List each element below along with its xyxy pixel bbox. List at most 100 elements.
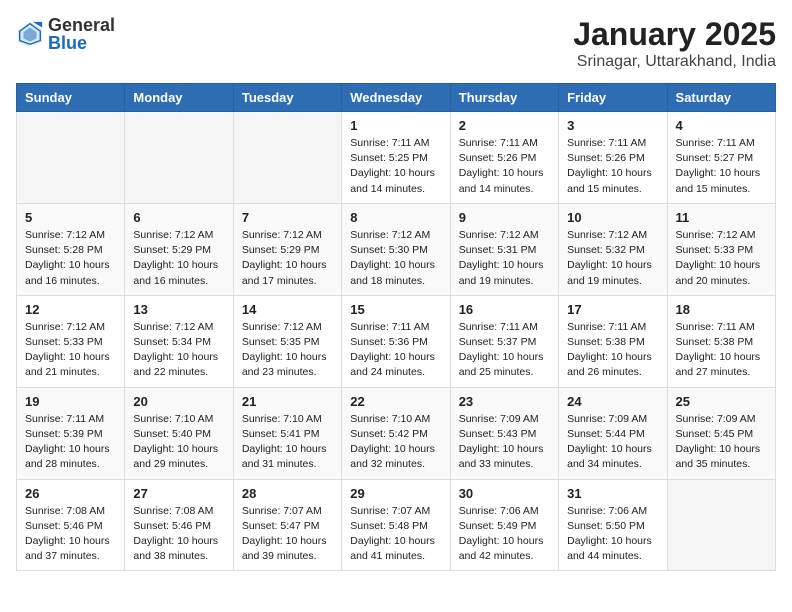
day-number: 19: [25, 394, 116, 409]
calendar-cell: 15Sunrise: 7:11 AM Sunset: 5:36 PM Dayli…: [342, 295, 450, 387]
weekday-header-friday: Friday: [559, 84, 667, 112]
day-info: Sunrise: 7:12 AM Sunset: 5:31 PM Dayligh…: [459, 228, 550, 289]
day-info: Sunrise: 7:11 AM Sunset: 5:39 PM Dayligh…: [25, 412, 116, 473]
logo-icon: [16, 20, 44, 48]
day-info: Sunrise: 7:09 AM Sunset: 5:43 PM Dayligh…: [459, 412, 550, 473]
week-row-2: 5Sunrise: 7:12 AM Sunset: 5:28 PM Daylig…: [17, 203, 776, 295]
day-info: Sunrise: 7:12 AM Sunset: 5:29 PM Dayligh…: [242, 228, 333, 289]
day-number: 22: [350, 394, 441, 409]
day-number: 16: [459, 302, 550, 317]
calendar-cell: 31Sunrise: 7:06 AM Sunset: 5:50 PM Dayli…: [559, 479, 667, 571]
day-info: Sunrise: 7:12 AM Sunset: 5:30 PM Dayligh…: [350, 228, 441, 289]
week-row-1: 1 Sunrise: 7:11 AM Sunset: 5:25 PM Daylig…: [17, 112, 776, 204]
day-number: 25: [676, 394, 767, 409]
calendar-cell: 2 Sunrise: 7:11 AM Sunset: 5:26 PM Daylig…: [450, 112, 558, 204]
calendar-cell: 17Sunrise: 7:11 AM Sunset: 5:38 PM Dayli…: [559, 295, 667, 387]
calendar-cell: [233, 112, 341, 204]
weekday-header-sunday: Sunday: [17, 84, 125, 112]
day-info: Sunrise: 7:11 AM Sunset: 5:27 PM Dayligh…: [676, 136, 767, 197]
calendar-cell: 10 Sunrise: 7:12 AM Sunset: 5:32 PM Dayli…: [559, 203, 667, 295]
logo-general: General: [48, 16, 115, 34]
calendar-cell: 3 Sunrise: 7:11 AM Sunset: 5:26 PM Daylig…: [559, 112, 667, 204]
day-info: Sunrise: 7:11 AM Sunset: 5:25 PM Dayligh…: [350, 136, 441, 197]
day-number: 13: [133, 302, 224, 317]
day-info: Sunrise: 7:11 AM Sunset: 5:26 PM Dayligh…: [567, 136, 658, 197]
day-number: 5: [25, 210, 116, 225]
day-number: 7: [242, 210, 333, 225]
day-number: 18: [676, 302, 767, 317]
day-number: 27: [133, 486, 224, 501]
day-info: Sunrise: 7:11 AM Sunset: 5:26 PM Dayligh…: [459, 136, 550, 197]
day-info: Sunrise: 7:12 AM Sunset: 5:32 PM Dayligh…: [567, 228, 658, 289]
weekday-header-wednesday: Wednesday: [342, 84, 450, 112]
day-info: Sunrise: 7:07 AM Sunset: 5:47 PM Dayligh…: [242, 504, 333, 565]
location: Srinagar, Uttarakhand, India: [573, 53, 776, 71]
day-number: 10: [567, 210, 658, 225]
calendar-cell: 16Sunrise: 7:11 AM Sunset: 5:37 PM Dayli…: [450, 295, 558, 387]
day-number: 6: [133, 210, 224, 225]
calendar-cell: 18 Sunrise: 7:11 AM Sunset: 5:38 PM Dayli…: [667, 295, 775, 387]
day-number: 11: [676, 210, 767, 225]
day-number: 4: [676, 118, 767, 133]
day-number: 3: [567, 118, 658, 133]
day-number: 28: [242, 486, 333, 501]
day-info: Sunrise: 7:10 AM Sunset: 5:40 PM Dayligh…: [133, 412, 224, 473]
day-info: Sunrise: 7:08 AM Sunset: 5:46 PM Dayligh…: [133, 504, 224, 565]
calendar-cell: 28 Sunrise: 7:07 AM Sunset: 5:47 PM Dayli…: [233, 479, 341, 571]
calendar-cell: 23 Sunrise: 7:09 AM Sunset: 5:43 PM Dayli…: [450, 387, 558, 479]
calendar-cell: [125, 112, 233, 204]
page-header: General Blue January 2025 Srinagar, Utta…: [16, 16, 776, 71]
calendar-cell: 6 Sunrise: 7:12 AM Sunset: 5:29 PM Daylig…: [125, 203, 233, 295]
day-number: 12: [25, 302, 116, 317]
calendar-cell: 12 Sunrise: 7:12 AM Sunset: 5:33 PM Dayli…: [17, 295, 125, 387]
day-number: 24: [567, 394, 658, 409]
day-number: 23: [459, 394, 550, 409]
week-row-3: 12 Sunrise: 7:12 AM Sunset: 5:33 PM Dayli…: [17, 295, 776, 387]
day-number: 8: [350, 210, 441, 225]
calendar-cell: 29 Sunrise: 7:07 AM Sunset: 5:48 PM Dayli…: [342, 479, 450, 571]
day-info: Sunrise: 7:10 AM Sunset: 5:42 PM Dayligh…: [350, 412, 441, 473]
day-info: Sunrise: 7:12 AM Sunset: 5:29 PM Dayligh…: [133, 228, 224, 289]
week-row-4: 19 Sunrise: 7:11 AM Sunset: 5:39 PM Dayli…: [17, 387, 776, 479]
title-block: January 2025 Srinagar, Uttarakhand, Indi…: [573, 16, 776, 71]
month-title: January 2025: [573, 16, 776, 53]
calendar-cell: 7 Sunrise: 7:12 AM Sunset: 5:29 PM Daylig…: [233, 203, 341, 295]
calendar-cell: 20Sunrise: 7:10 AM Sunset: 5:40 PM Dayli…: [125, 387, 233, 479]
calendar-cell: 13Sunrise: 7:12 AM Sunset: 5:34 PM Dayli…: [125, 295, 233, 387]
day-info: Sunrise: 7:08 AM Sunset: 5:46 PM Dayligh…: [25, 504, 116, 565]
day-info: Sunrise: 7:11 AM Sunset: 5:38 PM Dayligh…: [676, 320, 767, 381]
calendar-cell: 30 Sunrise: 7:06 AM Sunset: 5:49 PM Dayli…: [450, 479, 558, 571]
day-info: Sunrise: 7:07 AM Sunset: 5:48 PM Dayligh…: [350, 504, 441, 565]
calendar-cell: 4 Sunrise: 7:11 AM Sunset: 5:27 PM Daylig…: [667, 112, 775, 204]
calendar-cell: [667, 479, 775, 571]
calendar-cell: 25Sunrise: 7:09 AM Sunset: 5:45 PM Dayli…: [667, 387, 775, 479]
calendar-cell: 26 Sunrise: 7:08 AM Sunset: 5:46 PM Dayli…: [17, 479, 125, 571]
day-info: Sunrise: 7:10 AM Sunset: 5:41 PM Dayligh…: [242, 412, 333, 473]
week-row-5: 26 Sunrise: 7:08 AM Sunset: 5:46 PM Dayli…: [17, 479, 776, 571]
calendar-cell: 8 Sunrise: 7:12 AM Sunset: 5:30 PM Daylig…: [342, 203, 450, 295]
day-number: 21: [242, 394, 333, 409]
calendar-cell: 9Sunrise: 7:12 AM Sunset: 5:31 PM Daylig…: [450, 203, 558, 295]
day-info: Sunrise: 7:12 AM Sunset: 5:33 PM Dayligh…: [676, 228, 767, 289]
weekday-header-saturday: Saturday: [667, 84, 775, 112]
day-number: 30: [459, 486, 550, 501]
calendar-cell: [17, 112, 125, 204]
day-number: 29: [350, 486, 441, 501]
calendar-table: SundayMondayTuesdayWednesdayThursdayFrid…: [16, 83, 776, 571]
day-number: 1: [350, 118, 441, 133]
day-number: 14: [242, 302, 333, 317]
day-number: 2: [459, 118, 550, 133]
day-info: Sunrise: 7:09 AM Sunset: 5:44 PM Dayligh…: [567, 412, 658, 473]
calendar-cell: 21 Sunrise: 7:10 AM Sunset: 5:41 PM Dayli…: [233, 387, 341, 479]
calendar-cell: 24 Sunrise: 7:09 AM Sunset: 5:44 PM Dayli…: [559, 387, 667, 479]
day-number: 26: [25, 486, 116, 501]
calendar-cell: 14Sunrise: 7:12 AM Sunset: 5:35 PM Dayli…: [233, 295, 341, 387]
day-info: Sunrise: 7:06 AM Sunset: 5:49 PM Dayligh…: [459, 504, 550, 565]
weekday-header-tuesday: Tuesday: [233, 84, 341, 112]
day-info: Sunrise: 7:11 AM Sunset: 5:36 PM Dayligh…: [350, 320, 441, 381]
weekday-header-thursday: Thursday: [450, 84, 558, 112]
day-info: Sunrise: 7:12 AM Sunset: 5:33 PM Dayligh…: [25, 320, 116, 381]
logo: General Blue: [16, 16, 115, 52]
calendar-cell: 1 Sunrise: 7:11 AM Sunset: 5:25 PM Daylig…: [342, 112, 450, 204]
calendar-cell: 27 Sunrise: 7:08 AM Sunset: 5:46 PM Dayli…: [125, 479, 233, 571]
